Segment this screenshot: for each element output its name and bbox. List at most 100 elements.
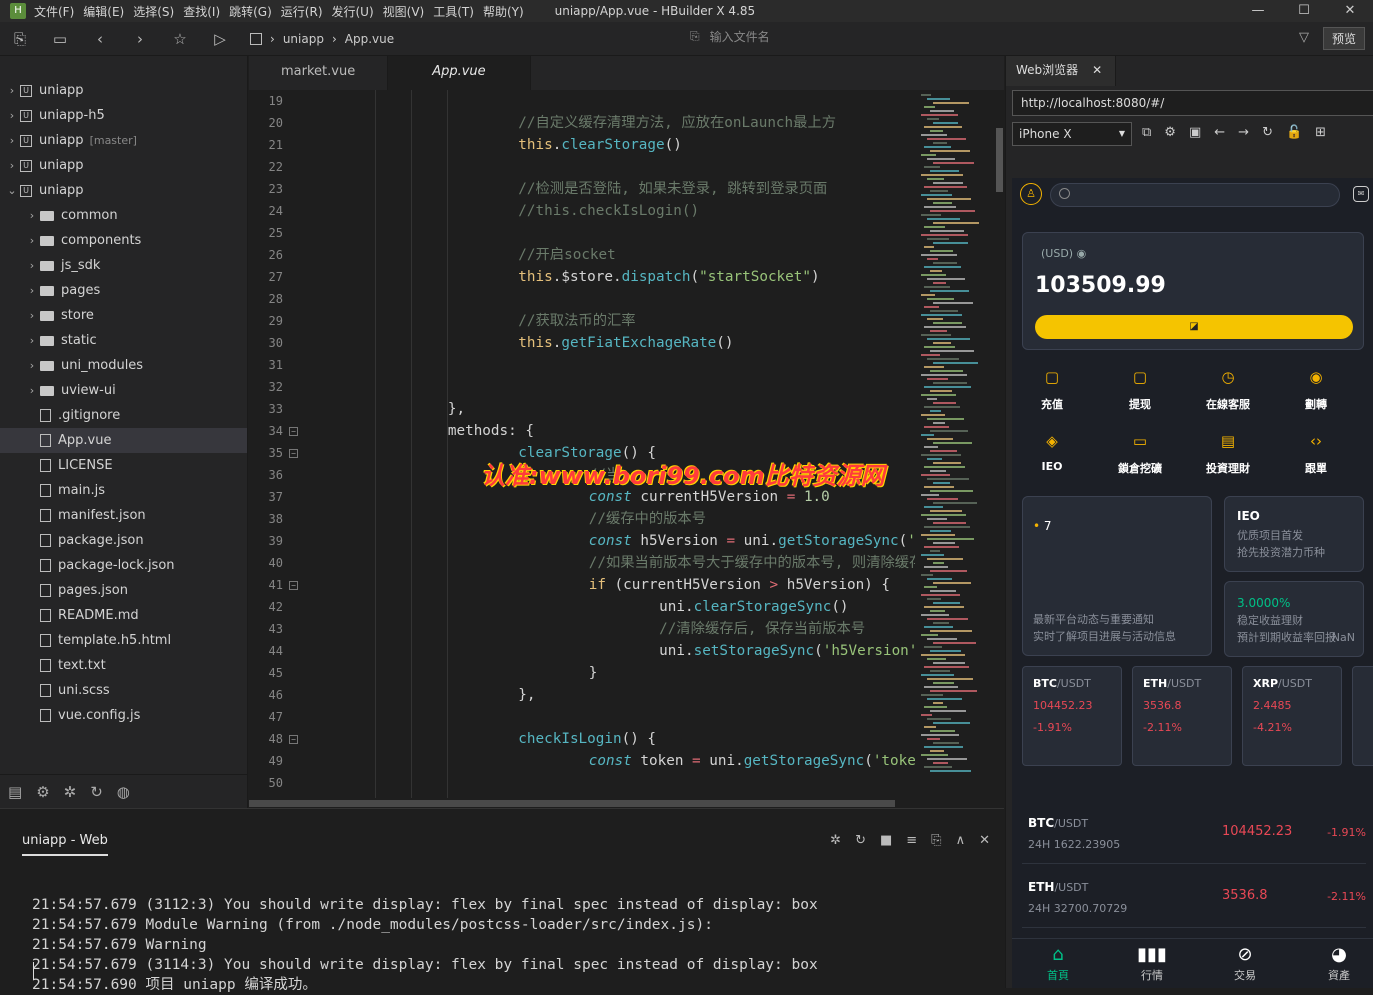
- chevron-right-icon[interactable]: ›: [24, 334, 40, 347]
- app-search-input[interactable]: [1050, 183, 1340, 207]
- file-search[interactable]: ⎘ 输入文件名: [690, 28, 770, 45]
- tree-item[interactable]: vue.config.js: [0, 703, 247, 728]
- tree-item[interactable]: pages.json: [0, 578, 247, 603]
- quick-action-8[interactable]: ‹› 跟單: [1286, 432, 1346, 476]
- nav-market[interactable]: ▮▮▮ 行情: [1122, 943, 1182, 983]
- menu-goto[interactable]: 跳转(G): [229, 3, 281, 20]
- nav-trade[interactable]: ⊘ 交易: [1215, 943, 1275, 983]
- menu-tools[interactable]: 工具(T): [433, 3, 483, 20]
- tree-item[interactable]: template.h5.html: [0, 628, 247, 653]
- tree-item[interactable]: › Uuniapp: [0, 153, 247, 178]
- ieo-card[interactable]: IEO 优质项目首发 抢先投资潜力币种: [1224, 496, 1364, 572]
- menu-help[interactable]: 帮助(Y): [483, 3, 533, 20]
- chevron-right-icon[interactable]: ›: [24, 384, 40, 397]
- debug-icon[interactable]: ✲: [64, 783, 77, 801]
- quick-action-6[interactable]: ▭ 鎖倉挖礦: [1110, 432, 1170, 476]
- nav-home[interactable]: ⌂ 首頁: [1028, 943, 1088, 983]
- market-card[interactable]: XRP/USDT 2.4485 -4.21%: [1242, 666, 1342, 766]
- chevron-right-icon[interactable]: ›: [4, 134, 20, 147]
- clear-console-icon[interactable]: ≡: [906, 833, 917, 848]
- tab-web-browser[interactable]: Web浏览器 ✕: [1006, 56, 1116, 86]
- restart-icon[interactable]: ↻: [855, 833, 866, 848]
- nav-assets[interactable]: ◕ 資產: [1309, 943, 1369, 983]
- source-control-icon[interactable]: ↻: [90, 783, 103, 801]
- fold-toggle-icon[interactable]: −: [289, 427, 298, 436]
- tree-item[interactable]: LICENSE: [0, 453, 247, 478]
- tree-item[interactable]: › store: [0, 303, 247, 328]
- fold-toggle-icon[interactable]: −: [289, 449, 298, 458]
- menu-select[interactable]: 选择(S): [133, 3, 183, 20]
- forward-icon[interactable]: →: [1238, 125, 1249, 140]
- console-tab[interactable]: uniapp - Web: [22, 833, 108, 856]
- menu-file[interactable]: 文件(F): [34, 3, 83, 20]
- forward-icon[interactable]: ›: [120, 30, 160, 48]
- maximize-icon[interactable]: ☐: [1281, 0, 1327, 22]
- globe-icon[interactable]: ◍: [117, 783, 130, 801]
- market-row[interactable]: ETH/USDT 24H 32700.70729 3536.8 -2.11%: [1022, 870, 1366, 928]
- tree-item[interactable]: main.js: [0, 478, 247, 503]
- plugin-icon[interactable]: ⚙: [36, 783, 49, 801]
- chevron-right-icon[interactable]: ›: [4, 84, 20, 97]
- tree-item[interactable]: › pages: [0, 278, 247, 303]
- quick-action-4[interactable]: ◉ 劃轉: [1286, 368, 1346, 412]
- market-card-partial[interactable]: [1352, 666, 1373, 766]
- star-icon[interactable]: ☆: [160, 30, 200, 48]
- console-icon[interactable]: ▣: [1189, 125, 1201, 140]
- open-external-icon[interactable]: ⎘: [931, 833, 941, 848]
- chevron-right-icon[interactable]: ›: [24, 234, 40, 247]
- tree-item[interactable]: .gitignore: [0, 403, 247, 428]
- file-search-input[interactable]: 输入文件名: [710, 28, 770, 45]
- grid-icon[interactable]: ⊞: [1315, 125, 1326, 140]
- filter-icon[interactable]: ▽: [1299, 30, 1309, 45]
- fold-toggle-icon[interactable]: −: [289, 735, 298, 744]
- tree-item[interactable]: package.json: [0, 528, 247, 553]
- breadcrumb-file[interactable]: App.vue: [345, 32, 394, 46]
- refresh-icon[interactable]: ↻: [1262, 125, 1273, 140]
- tree-item[interactable]: package-lock.json: [0, 553, 247, 578]
- chevron-down-icon[interactable]: ⌄: [4, 184, 20, 197]
- fold-toggle-icon[interactable]: −: [289, 581, 298, 590]
- tree-item[interactable]: › components: [0, 228, 247, 253]
- quick-action-2[interactable]: ▢ 提现: [1110, 368, 1170, 412]
- vertical-scrollbar[interactable]: [995, 90, 1004, 808]
- market-card[interactable]: ETH/USDT 3536.8 -2.11%: [1132, 666, 1232, 766]
- tree-item[interactable]: App.vue: [0, 428, 247, 453]
- minimize-icon[interactable]: —: [1235, 0, 1281, 22]
- tab-market-vue[interactable]: market.vue: [249, 56, 389, 90]
- save-icon[interactable]: ▭: [40, 30, 80, 48]
- explorer-icon[interactable]: ▤: [8, 783, 22, 801]
- chevron-right-icon[interactable]: ›: [24, 259, 40, 272]
- stop-icon[interactable]: ■: [880, 833, 892, 848]
- new-file-icon[interactable]: ⎘: [0, 30, 40, 48]
- tree-item[interactable]: README.md: [0, 603, 247, 628]
- chevron-right-icon[interactable]: ›: [24, 209, 40, 222]
- url-input[interactable]: http://localhost:8080/#/: [1012, 90, 1373, 116]
- tab-app-vue[interactable]: App.vue: [388, 56, 531, 90]
- tree-item[interactable]: text.txt: [0, 653, 247, 678]
- back-icon[interactable]: ‹: [80, 30, 120, 48]
- quick-action-1[interactable]: ▢ 充值: [1022, 368, 1082, 412]
- menu-find[interactable]: 查找(I): [183, 3, 229, 20]
- user-avatar-icon[interactable]: ♙: [1020, 183, 1042, 205]
- screenshot-icon[interactable]: ⧉: [1142, 125, 1151, 140]
- menu-edit[interactable]: 编辑(E): [83, 3, 133, 20]
- breadcrumb-project[interactable]: uniapp: [283, 32, 324, 46]
- device-select[interactable]: iPhone X ▼: [1012, 122, 1132, 146]
- tree-item[interactable]: › Uuniapp [master]: [0, 128, 247, 153]
- preview-button[interactable]: 预览: [1322, 27, 1365, 50]
- quick-action-3[interactable]: ◷ 在線客服: [1198, 368, 1258, 412]
- eye-icon[interactable]: ◉: [1077, 247, 1087, 260]
- close-icon[interactable]: ✕: [1327, 0, 1373, 22]
- notice-card[interactable]: • 7 最新平台动态与重要通知 实时了解项目进展与活动信息: [1022, 496, 1212, 656]
- menu-publish[interactable]: 发行(U): [332, 3, 383, 20]
- chevron-right-icon[interactable]: ›: [4, 159, 20, 172]
- settings-icon[interactable]: ⚙: [1164, 125, 1176, 140]
- tree-item[interactable]: ⌄ Uuniapp: [0, 178, 247, 203]
- tree-item[interactable]: › js_sdk: [0, 253, 247, 278]
- tree-item[interactable]: › Uuniapp-h5: [0, 103, 247, 128]
- tree-item[interactable]: manifest.json: [0, 503, 247, 528]
- tree-item[interactable]: › Uuniapp: [0, 78, 247, 103]
- collapse-icon[interactable]: ∧: [956, 833, 966, 848]
- tree-item[interactable]: › uview-ui: [0, 378, 247, 403]
- tree-item[interactable]: uni.scss: [0, 678, 247, 703]
